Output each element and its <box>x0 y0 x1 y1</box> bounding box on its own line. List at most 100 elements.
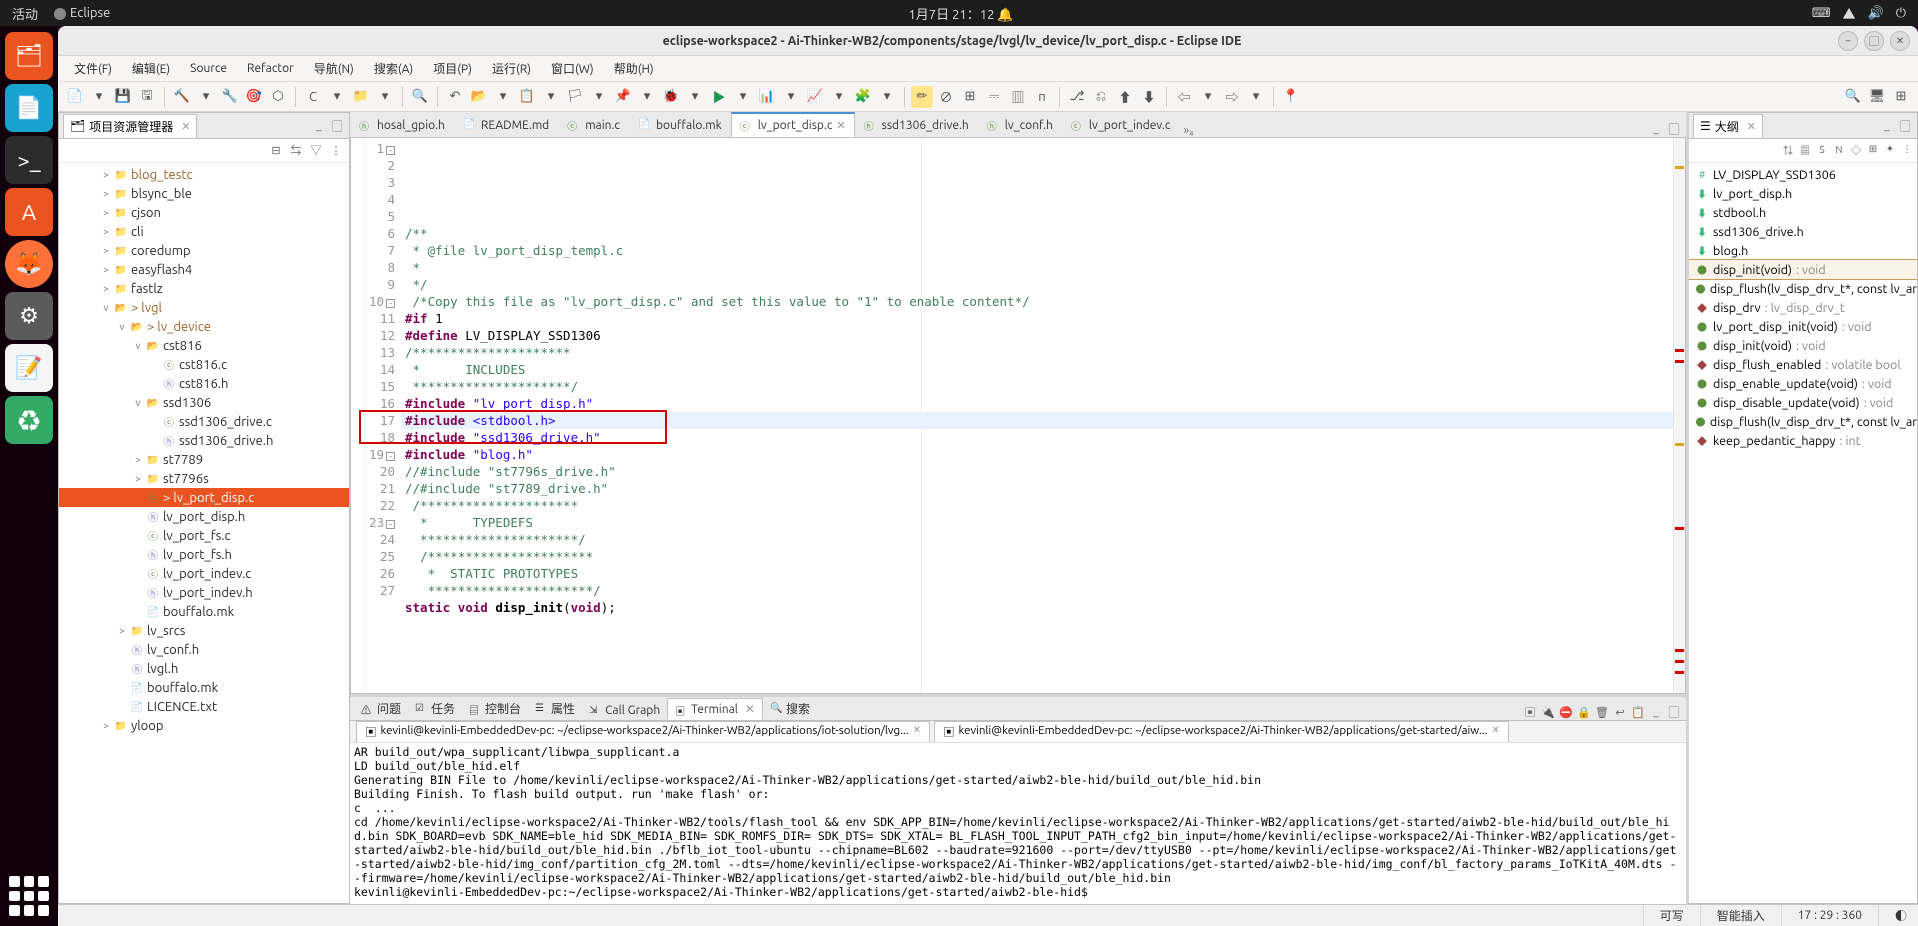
tree-item[interactable]: v📂> lv_device <box>59 317 349 336</box>
project-tree[interactable]: >📁blog_testc>📁blsync_ble>📁cjson>📁cli>📁co… <box>59 163 349 903</box>
close-icon[interactable]: ✕ <box>913 724 921 740</box>
app-indicator[interactable]: Eclipse <box>54 6 110 20</box>
maximize-view-icon[interactable]: ▢ <box>329 118 345 134</box>
window-minimize[interactable]: – <box>1838 31 1858 51</box>
menu-run[interactable]: 运行(R) <box>484 57 539 80</box>
close-icon[interactable]: ✕ <box>1491 724 1499 740</box>
dock-software[interactable]: A <box>5 188 53 236</box>
git-button[interactable]: ⎇ <box>1066 86 1088 108</box>
menu-search[interactable]: 搜索(A) <box>366 57 421 80</box>
editor-tab[interactable]: ⓒlv_port_indev.c <box>1062 112 1180 137</box>
bell-icon[interactable]: 🔔 <box>997 8 1013 22</box>
tree-item[interactable]: ⓗlv_port_fs.h <box>59 545 349 564</box>
undo-button[interactable]: ↶ <box>444 86 466 108</box>
minimize-view-icon[interactable]: _ <box>1648 121 1664 137</box>
new-button[interactable]: 📄 <box>64 86 86 108</box>
group-icon-1[interactable]: ⊞ <box>1865 141 1881 157</box>
menu-refactor[interactable]: Refactor <box>239 59 302 78</box>
outline-item[interactable]: ●disp_flush(lv_disp_drv_t*, const lv_ar <box>1689 279 1917 298</box>
search-tab[interactable]: 🔍搜索 <box>763 697 817 720</box>
tree-item[interactable]: >📁blog_testc <box>59 165 349 184</box>
link-editor-icon[interactable]: ⇆ <box>287 141 305 159</box>
quick-access[interactable]: 🔍 <box>1842 86 1864 108</box>
outline-item[interactable]: ●disp_disable_update(void) : void <box>1689 393 1917 412</box>
new-class-button[interactable]: C <box>302 86 324 108</box>
menu-help[interactable]: 帮助(H) <box>606 57 662 80</box>
hide-fields-icon[interactable]: ▦ <box>1797 141 1813 157</box>
tree-item[interactable]: ⓒlv_port_fs.c <box>59 526 349 545</box>
outline-item[interactable]: ⬇stdbool.h <box>1689 203 1917 222</box>
tree-item[interactable]: 📄bouffalo.mk <box>59 602 349 621</box>
editor-tab[interactable]: ⓒlv_port_disp.c✕ <box>731 112 855 137</box>
tree-item[interactable]: v📂cst816 <box>59 336 349 355</box>
tree-item[interactable]: >📁lv_srcs <box>59 621 349 640</box>
tree-item[interactable]: >📁cjson <box>59 203 349 222</box>
editor-tab[interactable]: 📄bouffalo.mk <box>629 112 731 137</box>
filter-icon[interactable]: ▽ <box>307 141 325 159</box>
dock-terminal[interactable]: >_ <box>5 136 53 184</box>
outline-item[interactable]: ◆disp_drv : lv_disp_drv_t <box>1689 298 1917 317</box>
minimize-view-icon[interactable]: _ <box>311 118 327 134</box>
tree-item[interactable]: ⓒlv_port_indev.c <box>59 564 349 583</box>
tree-item[interactable]: ⓗssd1306_drive.h <box>59 431 349 450</box>
outline-item[interactable]: #LV_DISPLAY_SSD1306 <box>1689 165 1917 184</box>
editor-tab[interactable]: ⓗhosal_gpio.h <box>350 112 454 137</box>
maximize-view-icon[interactable]: ▢ <box>1666 704 1682 720</box>
wrench-button[interactable]: 🔧 <box>219 86 241 108</box>
minimize-view-icon[interactable]: _ <box>1648 704 1664 720</box>
outline-tab[interactable]: ☰大纲✕ <box>1693 114 1763 138</box>
problems-tab[interactable]: ⚠问题 <box>354 697 408 720</box>
term-scroll-icon[interactable]: 🔒 <box>1576 704 1592 720</box>
outline-item[interactable]: ⬇blog.h <box>1689 241 1917 260</box>
hide-nonpublic-icon[interactable]: N <box>1831 141 1847 157</box>
callgraph-tab[interactable]: ⇲Call Graph <box>582 701 667 720</box>
overview-ruler[interactable] <box>1673 138 1685 693</box>
term-disc-icon[interactable]: ⛔ <box>1558 704 1574 720</box>
save-button[interactable]: 💾 <box>112 86 134 108</box>
tree-item[interactable]: ⓒ> lv_port_disp.c <box>59 488 349 507</box>
marker4-button[interactable]: ⎓ <box>983 86 1005 108</box>
tree-item[interactable]: ⓗcst816.h <box>59 374 349 393</box>
dock-files[interactable]: 🗂 <box>5 32 53 80</box>
code-area[interactable]: /** * @file lv_port_disp_templ.c * */ /*… <box>401 138 1673 693</box>
tree-item[interactable]: v📂> lvgl <box>59 298 349 317</box>
open-type-button[interactable]: 📂 <box>468 86 490 108</box>
marker-hl-button[interactable]: ✏ <box>911 86 933 108</box>
editor-area[interactable]: 1-2345678910-111213141516171819-20212223… <box>350 138 1686 694</box>
minimize-view-icon[interactable]: _ <box>1879 118 1895 134</box>
dock-trash[interactable]: ♻ <box>5 396 53 444</box>
menu-edit[interactable]: 编辑(E) <box>124 57 178 80</box>
new-drop[interactable]: ▾ <box>88 86 110 108</box>
tasks-tab[interactable]: ☑任务 <box>408 697 462 720</box>
tree-item[interactable]: >📁cli <box>59 222 349 241</box>
tree-item[interactable]: >📁easyflash4 <box>59 260 349 279</box>
open-perspective[interactable]: ⊞ <box>1890 86 1912 108</box>
marker3-button[interactable]: ⊞ <box>959 86 981 108</box>
editor-tab[interactable]: ⓗssd1306_drive.h <box>855 112 978 137</box>
tree-item[interactable]: ⓒcst816.c <box>59 355 349 374</box>
term-paste-icon[interactable]: 📋 <box>1630 704 1646 720</box>
maximize-view-icon[interactable]: ▢ <box>1897 118 1913 134</box>
volume-icon[interactable]: 🔊 <box>1868 6 1884 21</box>
saveall-button[interactable]: 🖫 <box>136 86 158 108</box>
hide-inactive-icon[interactable]: ◇ <box>1848 141 1864 157</box>
tree-item[interactable]: v📂ssd1306 <box>59 393 349 412</box>
marker6-button[interactable]: π <box>1031 86 1053 108</box>
flag-button[interactable]: 🏳 <box>564 86 586 108</box>
menu-project[interactable]: 项目(P) <box>425 57 480 80</box>
run-button[interactable]: ▶ <box>708 86 730 108</box>
menu-navigate[interactable]: 导航(N) <box>306 57 362 80</box>
next-ann-button[interactable]: ⇨ <box>1221 86 1243 108</box>
search2-button[interactable]: 🔍 <box>409 86 431 108</box>
target-button[interactable]: 🎯 <box>243 86 265 108</box>
activities-button[interactable]: 活动 <box>12 4 38 23</box>
outline-item[interactable]: ●disp_enable_update(void) : void <box>1689 374 1917 393</box>
term-new-icon[interactable]: ▣ <box>1522 704 1538 720</box>
window-close[interactable]: ✕ <box>1890 31 1910 51</box>
coverage-button[interactable]: 📈 <box>804 86 826 108</box>
git4-button[interactable]: ⬇ <box>1138 86 1160 108</box>
properties-tab[interactable]: ☰属性 <box>528 697 582 720</box>
menu-source[interactable]: Source <box>182 59 235 78</box>
perspective-c[interactable]: 🖥 <box>1866 86 1888 108</box>
profile-button[interactable]: 📊 <box>756 86 778 108</box>
